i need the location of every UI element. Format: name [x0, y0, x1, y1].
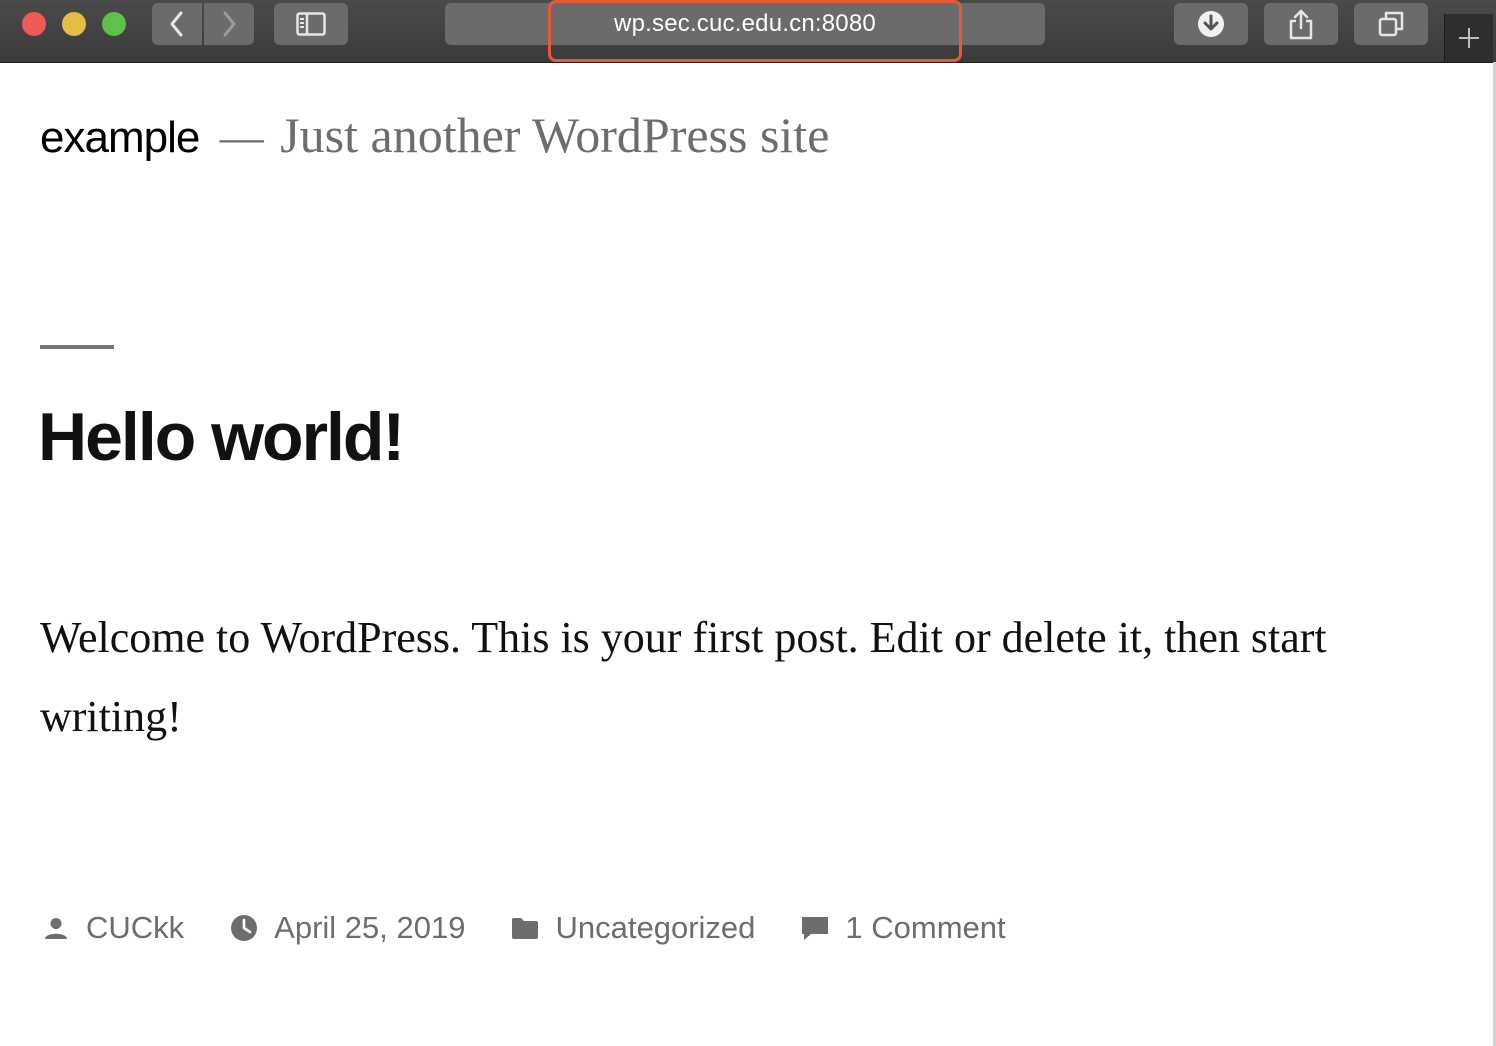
site-title-link[interactable]: example: [40, 113, 200, 162]
chevron-right-icon: [223, 11, 236, 37]
share-icon: [1289, 9, 1313, 40]
close-window-button[interactable]: [22, 12, 46, 36]
post-author: CUCkk: [40, 910, 184, 946]
plus-icon: [1459, 28, 1479, 48]
author-link[interactable]: CUCkk: [86, 910, 184, 946]
post-title: Hello world!: [38, 399, 405, 475]
url-text[interactable]: wp.sec.cuc.edu.cn:8080: [445, 3, 1045, 45]
post-comments: 1 Comment: [799, 910, 1006, 946]
sidebar-icon: [296, 12, 326, 36]
comment-icon: [799, 912, 831, 944]
category-link[interactable]: Uncategorized: [555, 910, 755, 946]
downloads-button[interactable]: [1174, 3, 1248, 45]
zoom-window-button[interactable]: [102, 12, 126, 36]
site-header: example — Just another WordPress site: [40, 106, 829, 164]
date-link[interactable]: April 25, 2019: [274, 910, 465, 946]
chevron-left-icon: [170, 11, 183, 37]
post-category: Uncategorized: [509, 910, 755, 946]
site-tagline: Just another WordPress site: [280, 107, 830, 163]
browser-window: wp.sec.cuc.edu.cn:8080 example — Just an…: [0, 0, 1496, 1046]
tabs-overview-icon: [1378, 11, 1404, 37]
header-separator: —: [219, 113, 264, 162]
folder-icon: [509, 912, 541, 944]
forward-button[interactable]: [204, 3, 254, 45]
browser-toolbar: wp.sec.cuc.edu.cn:8080: [0, 0, 1496, 63]
post-body: Welcome to WordPress. This is your first…: [40, 613, 1327, 741]
download-icon: [1198, 11, 1224, 37]
comments-link[interactable]: 1 Comment: [845, 910, 1005, 946]
tab-overview-button[interactable]: [1354, 3, 1428, 45]
post-date: April 25, 2019: [228, 910, 465, 946]
post-separator-line: [40, 345, 114, 349]
new-tab-button[interactable]: [1444, 14, 1493, 62]
minimize-window-button[interactable]: [62, 12, 86, 36]
share-button[interactable]: [1264, 3, 1338, 45]
back-button[interactable]: [152, 3, 202, 45]
post-meta: CUCkk April 25, 2019 Uncategorized 1 Com…: [40, 906, 1050, 950]
clock-icon: [228, 912, 260, 944]
person-icon: [40, 912, 72, 944]
sidebar-button[interactable]: [274, 3, 348, 45]
address-bar[interactable]: wp.sec.cuc.edu.cn:8080: [445, 3, 1045, 45]
